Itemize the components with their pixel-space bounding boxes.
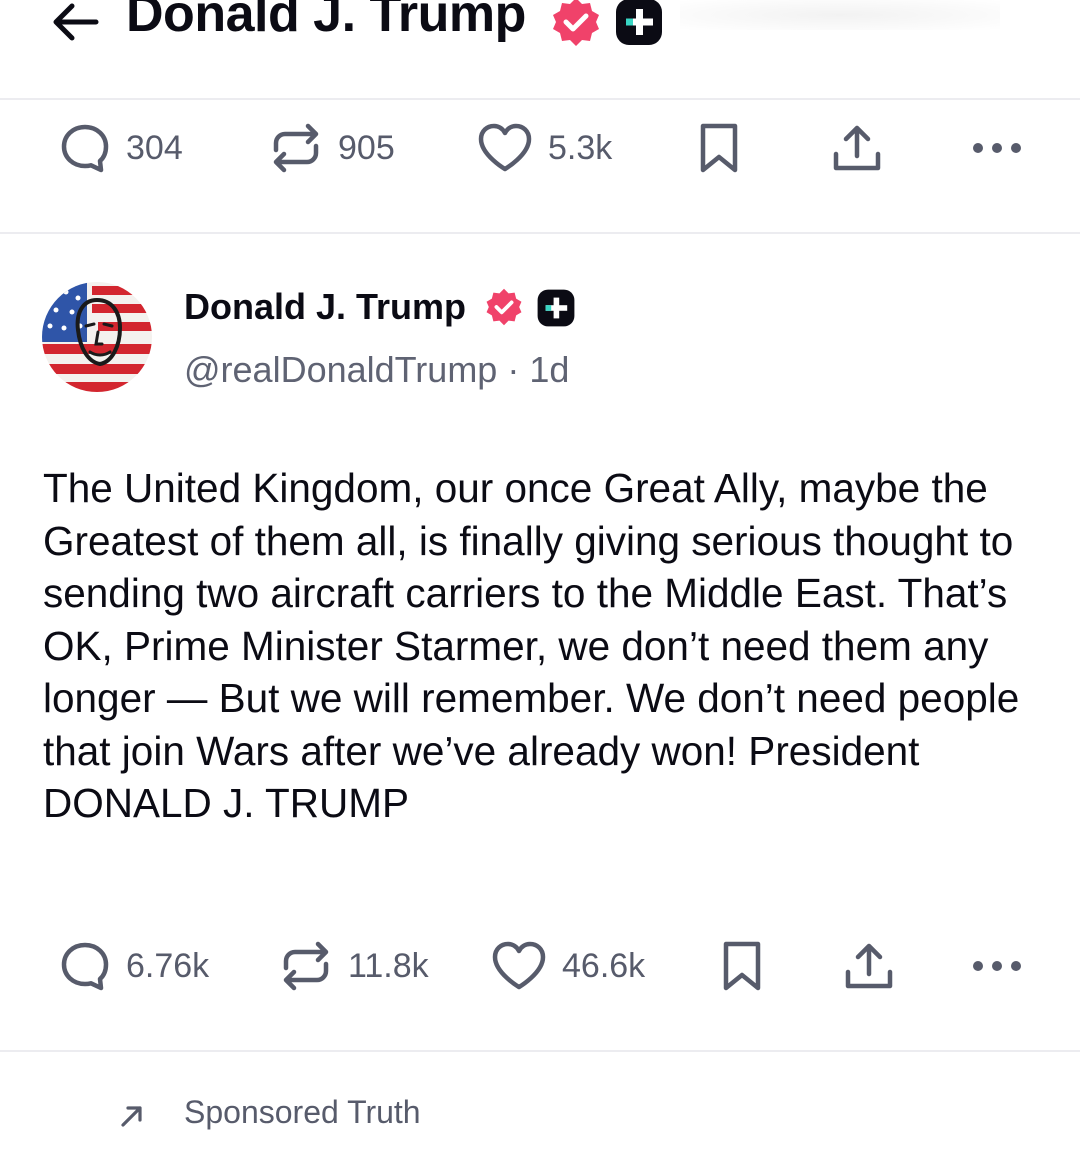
share-icon	[845, 943, 893, 989]
avatar[interactable]	[42, 282, 152, 392]
heart-icon	[492, 941, 546, 990]
reply-count: 304	[126, 128, 183, 167]
post-action-bar: 6.76k 11.8k 46.6k	[0, 926, 1080, 1006]
share-button[interactable]	[842, 926, 896, 1006]
retruth-count: 905	[338, 128, 395, 167]
like-count: 46.6k	[562, 946, 646, 985]
verified-badge-icon	[486, 288, 522, 326]
retruth-button[interactable]: 905	[268, 108, 395, 188]
more-horizontal-icon	[973, 143, 1021, 153]
bookmark-icon	[723, 941, 761, 991]
retruth-icon	[283, 941, 329, 991]
page-header: Donald J. Trump	[0, 0, 1080, 100]
divider	[0, 1050, 1080, 1052]
reply-button[interactable]: 304	[58, 108, 183, 188]
bookmark-icon	[700, 123, 738, 173]
share-button[interactable]	[830, 108, 884, 188]
header-shadow	[680, 0, 1000, 30]
author-name[interactable]: Donald J. Trump	[184, 286, 466, 328]
comment-icon	[61, 942, 109, 991]
author-handle[interactable]: @realDonaldTrump	[184, 349, 497, 390]
reply-count: 6.76k	[126, 946, 210, 985]
truth-plus-icon	[537, 289, 575, 327]
arrow-up-right-icon	[121, 1106, 142, 1127]
arrow-left-icon[interactable]	[46, 0, 102, 46]
divider	[0, 232, 1080, 234]
more-button[interactable]	[970, 108, 1024, 188]
top-action-bar: 304 905 5.3k	[0, 108, 1080, 188]
comment-icon	[61, 124, 109, 173]
retruth-button[interactable]: 11.8k	[278, 926, 429, 1006]
reply-button[interactable]: 6.76k	[58, 926, 209, 1006]
heart-icon	[478, 123, 532, 172]
more-horizontal-icon	[973, 961, 1021, 971]
page-title: Donald J. Trump	[126, 0, 526, 43]
bookmark-button[interactable]	[697, 108, 741, 188]
verified-badge-icon	[553, 0, 599, 46]
truth-plus-icon	[616, 0, 662, 45]
sponsored-label[interactable]: Sponsored Truth	[184, 1094, 421, 1131]
post-time: · 1d	[507, 349, 570, 390]
avatar-image	[42, 282, 152, 392]
share-icon	[833, 125, 881, 171]
more-button[interactable]	[970, 926, 1024, 1006]
retruth-icon	[273, 123, 319, 173]
retruth-count: 11.8k	[348, 946, 429, 985]
like-button[interactable]: 46.6k	[490, 926, 645, 1006]
post-text: The United Kingdom, our once Great Ally,…	[43, 465, 1020, 826]
author-handle-line: @realDonaldTrump · 1d	[184, 349, 569, 391]
bookmark-button[interactable]	[720, 926, 764, 1006]
like-button[interactable]: 5.3k	[476, 108, 612, 188]
like-count: 5.3k	[548, 128, 613, 167]
